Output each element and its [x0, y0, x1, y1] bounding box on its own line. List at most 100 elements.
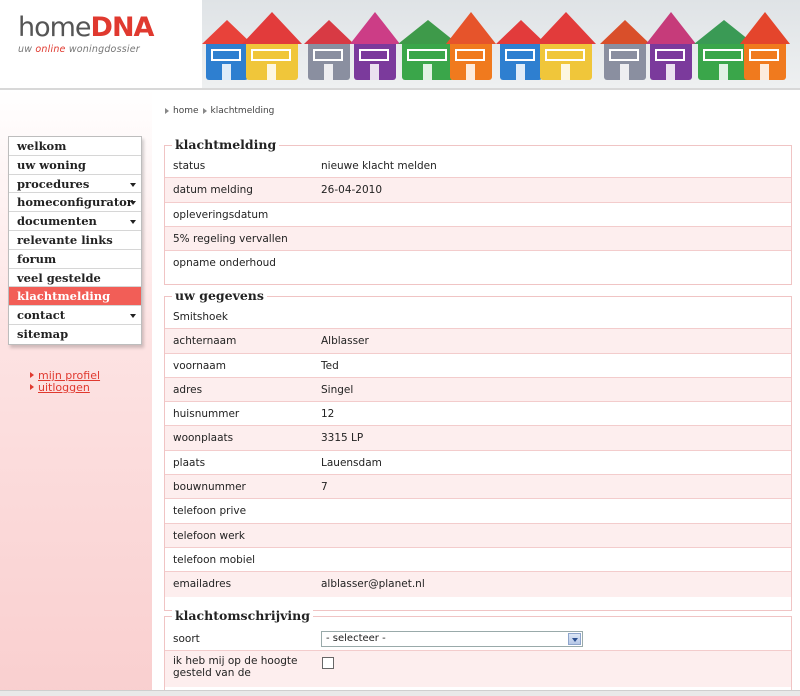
chevron-down-icon[interactable] [130, 314, 136, 319]
field-label: 5% regeling vervallen [173, 232, 288, 245]
chevron-down-icon[interactable] [130, 182, 136, 187]
menu-item-label: procedures [17, 176, 90, 191]
menu-item-forum[interactable]: forum [9, 250, 141, 269]
chevron-down-icon[interactable] [130, 220, 136, 225]
field-label: huisnummer [173, 408, 240, 421]
house-illustration [350, 12, 400, 80]
left-column: welkom uw woning procedures homeconfigurato… [0, 90, 152, 696]
menu-item-label: documenten [17, 214, 97, 229]
field-value: Singel [321, 383, 354, 396]
house-illustration [242, 12, 302, 80]
soort-label: soort [173, 633, 200, 645]
field-value: Lauensdam [321, 456, 382, 469]
profile-links: mijn profiel uitloggen [30, 370, 100, 394]
menu-item-label: sitemap [17, 326, 69, 341]
browser-status-bar [0, 690, 800, 696]
menu-item-contact[interactable]: contact [9, 306, 141, 325]
section-title: klachtomschrijving [172, 609, 313, 623]
field-label: opname onderhoud [173, 257, 276, 270]
house-illustration [646, 12, 696, 80]
menu-item-label: klachtmelding [17, 289, 111, 304]
houses-illustration [202, 12, 790, 80]
soort-select[interactable]: - selecteer - [321, 631, 583, 647]
field-label: bouwnummer [173, 481, 246, 494]
field-value: Ted [321, 359, 339, 372]
menu-item-label: forum [17, 251, 57, 266]
menu-item-welkom[interactable]: welkom [9, 137, 141, 156]
klachtmelding-row: opname onderhoud [165, 251, 791, 275]
chevron-down-icon[interactable] [568, 633, 581, 645]
menu-item-label: welkom [17, 139, 67, 153]
header: homeDNA uw online woningdossier [0, 0, 800, 88]
acknowledge-row: ik heb mij op de hoogte gesteld van de [165, 651, 791, 688]
field-value: 26-04-2010 [321, 184, 383, 197]
logo-wordmark: homeDNA [18, 12, 154, 43]
klachtmelding-row: datum melding 26-04-2010 [165, 178, 791, 203]
field-label: emailadres [173, 578, 232, 591]
field-label: plaats [173, 456, 206, 469]
menu-item-sitemap[interactable]: sitemap [9, 325, 141, 344]
breadcrumb-home[interactable]: home [173, 106, 199, 116]
house-illustration [536, 12, 596, 80]
chevron-down-icon[interactable] [130, 201, 136, 206]
klachtomschrijving-rows: soort - selecteer - ik heb mij op de hoo… [164, 616, 792, 696]
house-illustration [446, 12, 496, 80]
field-label: datum melding [173, 184, 253, 197]
house-illustration [600, 20, 650, 80]
breadcrumb: home klachtmelding [165, 106, 274, 116]
field-label: voornaam [173, 359, 226, 372]
soort-row: soort - selecteer - [165, 627, 791, 652]
menu-item-label: contact [17, 308, 66, 323]
logout-link[interactable]: uitloggen [30, 382, 100, 394]
section-title: klachtmelding [172, 138, 280, 152]
gegevens-row: plaats Lauensdam [165, 451, 791, 476]
acknowledge-checkbox[interactable] [322, 657, 334, 670]
field-label: woonplaats [173, 432, 234, 445]
field-label: opleveringsdatum [173, 208, 269, 221]
acknowledge-label: ik heb mij op de hoogte gesteld van de [173, 655, 298, 680]
field-value: Alblasser [321, 335, 369, 348]
gegevens-rows: Smitshoek achternaam Alblasser voornaam Ted a… [164, 296, 792, 611]
field-value: nieuwe klacht melden [321, 160, 437, 172]
house-illustration [496, 20, 546, 80]
house-illustration [398, 20, 458, 80]
menu-item-uw-woning[interactable]: uw woning [9, 156, 141, 175]
arrow-right-icon [165, 108, 169, 114]
field-value: 12 [321, 408, 335, 421]
logo-tagline: uw online woningdossier [18, 44, 140, 55]
field-value: 3315 LP [321, 432, 364, 445]
field-value: 7 [321, 481, 328, 494]
menu-item-relevante-links[interactable]: relevante links [9, 231, 141, 250]
gegevens-row: telefoon prive [165, 499, 791, 524]
gegevens-row: telefoon mobiel [165, 548, 791, 573]
menu-item-veel-gestelde-vragen[interactable]: veel gestelde vragen [9, 269, 141, 303]
gegevens-row: Smitshoek [165, 305, 791, 330]
field-label: telefoon werk [173, 529, 245, 542]
field-label: achternaam [173, 335, 237, 348]
gegevens-row: achternaam Alblasser [165, 329, 791, 354]
main-content: home klachtmelding klachtmelding status n… [152, 90, 800, 696]
menu-item-documenten[interactable]: documenten [9, 212, 141, 231]
field-label: adres [173, 383, 203, 396]
gegevens-row: telefoon werk [165, 523, 791, 548]
gegevens-row: bouwnummer 7 [165, 475, 791, 500]
gegevens-row: woonplaats 3315 LP [165, 426, 791, 451]
klachtmelding-row: opleveringsdatum [165, 203, 791, 227]
menu-item-klachtmelding[interactable]: klachtmelding [9, 287, 141, 307]
klachtmelding-row: status nieuwe klacht melden [165, 154, 791, 179]
field-label: telefoon prive [173, 505, 247, 518]
arrow-right-icon [202, 108, 207, 114]
menu-item-procedures[interactable]: procedures [9, 175, 141, 194]
section-title: uw gegevens [172, 289, 267, 303]
header-houses-banner [202, 0, 800, 88]
field-label: status [173, 160, 206, 172]
klachtmelding-row: 5% regeling vervallen [165, 226, 791, 252]
soort-selected-value: - selecteer - [326, 633, 386, 644]
gegevens-row: voornaam Ted [165, 354, 791, 378]
menu-item-homeconfigurator[interactable]: homeconfigurator [9, 193, 141, 213]
homedna-logo[interactable]: homeDNA uw online woningdossier [18, 14, 188, 64]
arrow-right-icon [30, 372, 34, 378]
arrow-right-icon [30, 384, 34, 390]
klachtmelding-rows: status nieuwe klacht melden datum melding 2… [164, 145, 792, 285]
menu-item-label: uw woning [17, 157, 86, 172]
